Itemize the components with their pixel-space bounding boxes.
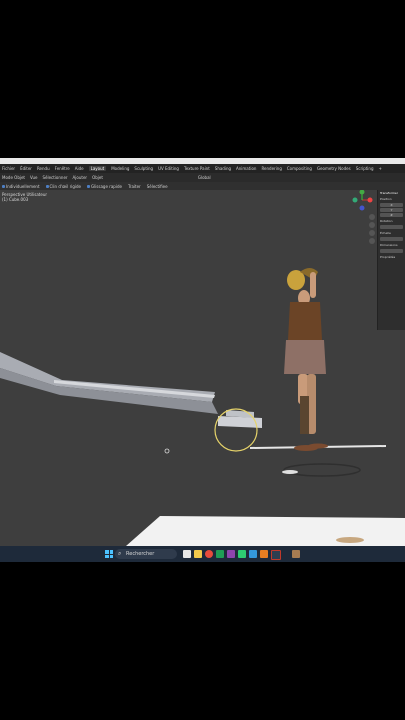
store-icon[interactable] — [227, 550, 235, 558]
n-sidebar: Transformer Position X Y Z Rotation Éche… — [377, 190, 405, 330]
light-spot — [282, 470, 298, 474]
tab-texture-paint[interactable]: Texture Paint — [184, 166, 210, 171]
menu-window[interactable]: Fenêtre — [55, 166, 70, 171]
location-x-field[interactable]: X — [380, 203, 403, 207]
option-individually[interactable]: Individuellement — [2, 184, 40, 189]
npanel-rotation: Rotation — [380, 219, 393, 223]
menu-add[interactable]: Ajouter — [73, 175, 88, 180]
tab-sculpting[interactable]: Sculpting — [134, 166, 153, 171]
location-z-field[interactable]: Z — [380, 213, 403, 217]
floor-plane — [126, 516, 405, 546]
menu-edit[interactable]: Éditer — [20, 166, 32, 171]
premiere-icon[interactable] — [271, 550, 281, 560]
rotation-field[interactable] — [380, 225, 403, 229]
tab-modeling[interactable]: Modeling — [111, 166, 129, 171]
xbox-icon[interactable] — [216, 550, 224, 558]
menu-view[interactable]: Vue — [30, 175, 37, 180]
location-y-field[interactable]: Y — [380, 208, 403, 212]
hand-pan-icon[interactable] — [369, 222, 375, 228]
npanel-location: Position — [380, 197, 392, 201]
blender-app-icon[interactable] — [260, 550, 268, 558]
windows-start-icon[interactable] — [105, 550, 113, 558]
tab-geometry-nodes[interactable]: Geometry Nodes — [317, 166, 351, 171]
menu-render[interactable]: Rendu — [37, 166, 50, 171]
add-workspace-button[interactable]: + — [379, 166, 382, 171]
tab-animation[interactable]: Animation — [236, 166, 256, 171]
npanel-scale: Échelle — [380, 231, 391, 235]
checkbox-icon — [2, 185, 5, 188]
viewport-header: Mode Objet Vue Sélectionner Ajouter Obje… — [0, 173, 405, 182]
checkbox-icon — [45, 185, 49, 188]
floor-detail — [336, 537, 364, 543]
orientation-dropdown[interactable]: Global — [198, 175, 211, 180]
option-quick-slide[interactable]: Glissage rapide — [86, 184, 122, 189]
windows-taskbar: ⌕ Rechercher — [0, 546, 405, 562]
file-explorer-icon[interactable] — [194, 550, 202, 558]
top-menubar: Fichier Éditer Rendu Fenêtre Aide Layout… — [0, 164, 405, 173]
menu-file[interactable]: Fichier — [2, 166, 15, 171]
menu-select[interactable]: Sélectionner — [42, 175, 67, 180]
npanel-properties[interactable]: Propriétés — [378, 254, 405, 260]
shadow-ring — [283, 463, 361, 477]
navigation-gizmo[interactable] — [352, 190, 373, 211]
tab-shading[interactable]: Shading — [215, 166, 231, 171]
3d-viewport[interactable]: Perspective Utilisateur (1) Cube.003 Tra… — [0, 190, 405, 546]
search-icon: ⌕ — [118, 550, 122, 557]
task-view-icon[interactable] — [183, 550, 191, 558]
menu-help[interactable]: Aide — [75, 166, 84, 171]
tab-compositing[interactable]: Compositing — [287, 166, 312, 171]
tab-scripting[interactable]: Scripting — [356, 166, 374, 171]
option-selective[interactable]: Sélectifiee — [147, 184, 168, 189]
option-process[interactable]: Traiter — [128, 184, 141, 189]
scale-field[interactable] — [380, 237, 403, 241]
mode-dropdown[interactable]: Mode Objet — [2, 175, 25, 180]
camera-icon[interactable] — [369, 230, 375, 236]
grid-icon[interactable] — [369, 238, 375, 244]
dimensions-field[interactable] — [380, 249, 403, 253]
steam-icon[interactable] — [249, 550, 257, 558]
option-rigid[interactable]: Clin d'œil rigide — [45, 184, 81, 189]
scene-render — [0, 190, 405, 546]
menu-object[interactable]: Objet — [92, 175, 103, 180]
tab-uv-editing[interactable]: UV Editing — [158, 166, 179, 171]
tab-rendering[interactable]: Rendering — [261, 166, 281, 171]
browser-icon[interactable] — [205, 550, 213, 558]
zoom-icon[interactable] — [369, 214, 375, 220]
checkbox-icon — [86, 185, 90, 188]
warrior-figure — [284, 268, 328, 451]
tool-options-bar: Individuellement Clin d'œil rigide Gliss… — [0, 182, 405, 190]
tab-layout[interactable]: Layout — [88, 166, 107, 171]
app-icon[interactable] — [238, 550, 246, 558]
npanel-dimensions: Dimensions — [380, 243, 398, 247]
3d-cursor-icon — [164, 448, 170, 454]
photos-icon[interactable] — [292, 550, 300, 558]
blender-window: Fichier Éditer Rendu Fenêtre Aide Layout… — [0, 158, 405, 562]
taskbar-search[interactable]: ⌕ Rechercher — [115, 549, 177, 559]
